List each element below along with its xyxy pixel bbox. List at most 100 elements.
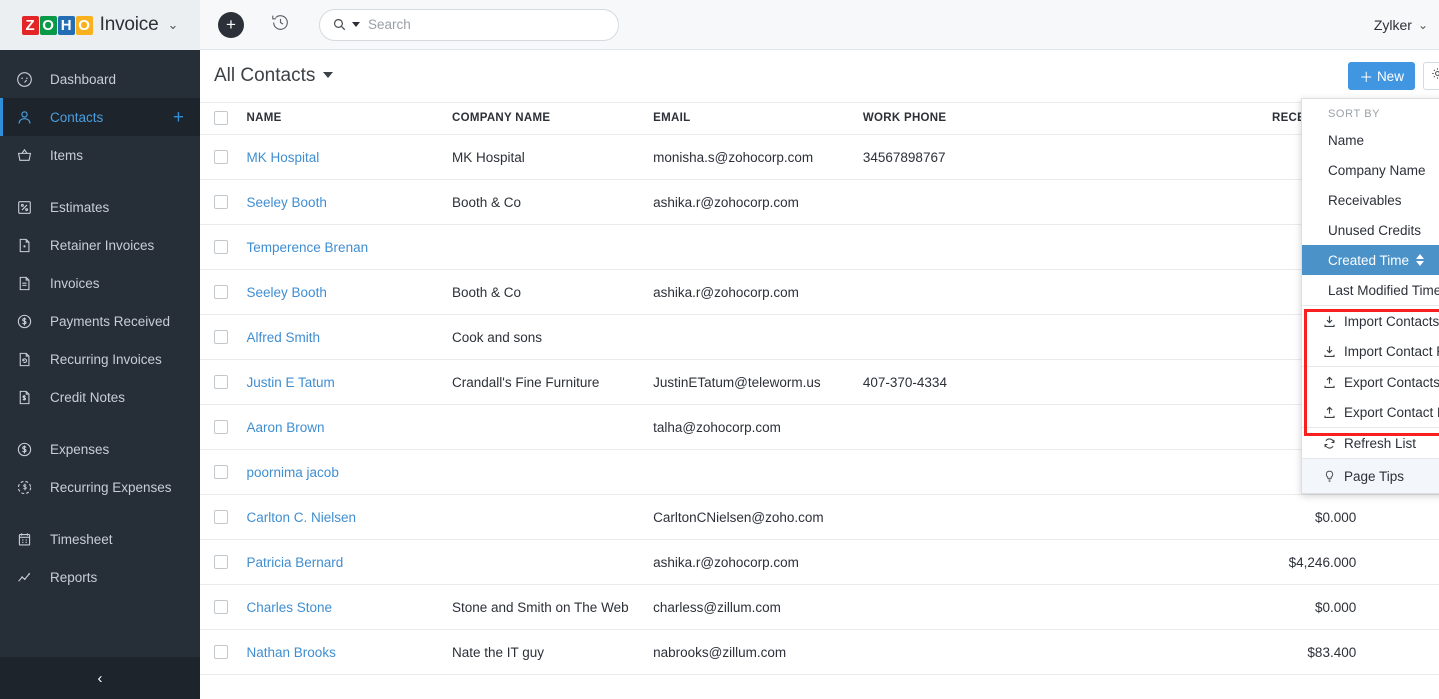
sidebar-item-expenses[interactable]: Expenses — [0, 430, 200, 468]
sidebar-item-reports[interactable]: Reports — [0, 558, 200, 596]
sidebar-item-timesheet[interactable]: Timesheet — [0, 520, 200, 558]
contact-name-link[interactable]: Justin E Tatum — [247, 375, 335, 390]
menu-action-group: Import ContactsImport Contact PersonsExp… — [1302, 306, 1439, 427]
organization-name[interactable]: Zylker — [1374, 17, 1412, 33]
row-checkbox[interactable] — [214, 195, 228, 209]
menu-item-refresh-list[interactable]: Refresh List — [1302, 428, 1439, 458]
contact-name-link[interactable]: MK Hospital — [247, 150, 320, 165]
contact-name-link[interactable]: Carlton C. Nielsen — [247, 510, 357, 525]
global-topbar: + Search Zylker ⌄ — [200, 0, 1439, 50]
recent-activity-button[interactable] — [270, 12, 291, 38]
menu-item-sort-company-name[interactable]: Company Name — [1302, 155, 1439, 185]
row-checkbox[interactable] — [214, 510, 228, 524]
cell-work-phone — [855, 495, 1165, 540]
menu-item-export-contact-persons[interactable]: Export Contact Persons — [1302, 397, 1439, 427]
row-select-cell — [200, 630, 239, 675]
quick-create-button[interactable]: + — [218, 12, 244, 38]
contact-name-link[interactable]: Seeley Booth — [247, 195, 327, 210]
menu-item-sort-unused-credits[interactable]: Unused Credits — [1302, 215, 1439, 245]
sidebar-item-payments-received[interactable]: Payments Received — [0, 302, 200, 340]
contact-name-link[interactable]: Temperence Brenan — [247, 240, 369, 255]
page-title[interactable]: All Contacts — [214, 65, 333, 87]
search-scope-caret-icon[interactable] — [352, 22, 360, 27]
sidebar-item-estimates[interactable]: Estimates — [0, 188, 200, 226]
page-title-text: All Contacts — [214, 65, 315, 86]
sidebar-item-recurring-expenses[interactable]: Recurring Expenses — [0, 468, 200, 506]
select-all-checkbox[interactable] — [214, 111, 228, 125]
global-search[interactable]: Search — [319, 9, 619, 41]
sidebar-item-retainer-invoices[interactable]: Retainer Invoices — [0, 226, 200, 264]
contact-name-link[interactable]: Charles Stone — [247, 600, 333, 615]
table-row[interactable]: Nathan BrooksNate the IT guynabrooks@zil… — [200, 630, 1439, 675]
contact-name-link[interactable]: Nathan Brooks — [247, 645, 336, 660]
items-icon — [16, 146, 38, 164]
menu-item-sort-created-time[interactable]: Created Time — [1302, 245, 1439, 275]
header-work-phone[interactable]: WORK PHONE — [855, 103, 1165, 135]
menu-item-page-tips[interactable]: Page Tips — [1302, 459, 1439, 493]
table-row[interactable]: Carlton C. NielsenCarltonCNielsen@zoho.c… — [200, 495, 1439, 540]
table-row[interactable]: Temperence Brenan€0,00 — [200, 225, 1439, 270]
sidebar-item-items[interactable]: Items — [0, 136, 200, 174]
table-row[interactable]: Aaron Browntalha@zohocorp.com$0.000 — [200, 405, 1439, 450]
sidebar-collapse-button[interactable]: ‹ — [0, 657, 200, 699]
menu-item-import-contacts[interactable]: Import Contacts — [1302, 306, 1439, 336]
table-row[interactable]: Justin E TatumCrandall's Fine FurnitureJ… — [200, 360, 1439, 405]
header-email[interactable]: EMAIL — [645, 103, 855, 135]
menu-item-sort-last-modified-time[interactable]: Last Modified Time — [1302, 275, 1439, 305]
contact-name-link[interactable]: Patricia Bernard — [247, 555, 344, 570]
import-icon — [1316, 314, 1342, 329]
sidebar-item-invoices[interactable]: Invoices — [0, 264, 200, 302]
contact-name-link[interactable]: Seeley Booth — [247, 285, 327, 300]
table-row[interactable]: Charles StoneStone and Smith on The Webc… — [200, 585, 1439, 630]
menu-item-sort-receivables[interactable]: Receivables — [1302, 185, 1439, 215]
sidebar-item-label: Timesheet — [50, 532, 113, 547]
row-checkbox[interactable] — [214, 600, 228, 614]
new-button-label: New — [1377, 69, 1404, 84]
table-row[interactable]: Patricia Bernardashika.r@zohocorp.com$4,… — [200, 540, 1439, 585]
chevron-down-icon[interactable]: ⌄ — [1418, 18, 1428, 32]
sidebar-item-credit-notes[interactable]: Credit Notes — [0, 378, 200, 416]
menu-item-import-contact-persons[interactable]: Import Contact Persons — [1302, 336, 1439, 366]
expenses-icon — [16, 440, 38, 458]
row-select-cell — [200, 495, 239, 540]
row-checkbox[interactable] — [214, 150, 228, 164]
row-select-cell — [200, 585, 239, 630]
contact-name-link[interactable]: poornima jacob — [247, 465, 339, 480]
table-row[interactable]: Seeley BoothBooth & Coashika.r@zohocorp.… — [200, 180, 1439, 225]
new-button[interactable]: ＋ New — [1348, 62, 1415, 90]
sidebar-item-dashboard[interactable]: Dashboard — [0, 60, 200, 98]
menu-item-label: Unused Credits — [1328, 223, 1421, 238]
row-checkbox[interactable] — [214, 240, 228, 254]
sidebar-item-label: Invoices — [50, 276, 100, 291]
add-contact-icon[interactable]: + — [173, 108, 184, 127]
sidebar-item-contacts[interactable]: Contacts + — [0, 98, 200, 136]
page-header-actions: ＋ New Page T — [1348, 62, 1439, 90]
contact-name-link[interactable]: Alfred Smith — [247, 330, 321, 345]
logo-letter-z: Z — [22, 16, 39, 35]
row-checkbox[interactable] — [214, 375, 228, 389]
sidebar-item-recurring-invoices[interactable]: Recurring Invoices — [0, 340, 200, 378]
list-settings-button[interactable] — [1423, 62, 1439, 90]
header-name[interactable]: NAME — [239, 103, 444, 135]
row-checkbox[interactable] — [214, 285, 228, 299]
menu-item-sort-name[interactable]: Name — [1302, 125, 1439, 155]
chevron-down-icon[interactable]: ⌄ — [167, 17, 178, 33]
row-checkbox[interactable] — [214, 465, 228, 479]
header-company[interactable]: COMPANY NAME — [444, 103, 645, 135]
search-input[interactable]: Search — [368, 17, 411, 32]
menu-item-export-contacts[interactable]: Export Contacts — [1302, 367, 1439, 397]
caret-down-icon[interactable] — [323, 72, 333, 78]
table-row[interactable]: Seeley BoothBooth & Coashika.r@zohocorp.… — [200, 270, 1439, 315]
row-checkbox[interactable] — [214, 420, 228, 434]
row-checkbox[interactable] — [214, 330, 228, 344]
row-checkbox[interactable] — [214, 555, 228, 569]
table-row[interactable]: Alfred SmithCook and sons$0.000 — [200, 315, 1439, 360]
cell-company — [444, 495, 645, 540]
app-logo[interactable]: ZOHO Invoice ⌄ — [0, 0, 200, 50]
contact-name-link[interactable]: Aaron Brown — [247, 420, 325, 435]
sidebar-divider — [0, 174, 200, 188]
sort-direction-icon[interactable] — [1416, 254, 1424, 266]
table-row[interactable]: MK HospitalMK Hospitalmonisha.s@zohocorp… — [200, 135, 1439, 180]
table-row[interactable]: poornima jacob$0.000 — [200, 450, 1439, 495]
row-checkbox[interactable] — [214, 645, 228, 659]
